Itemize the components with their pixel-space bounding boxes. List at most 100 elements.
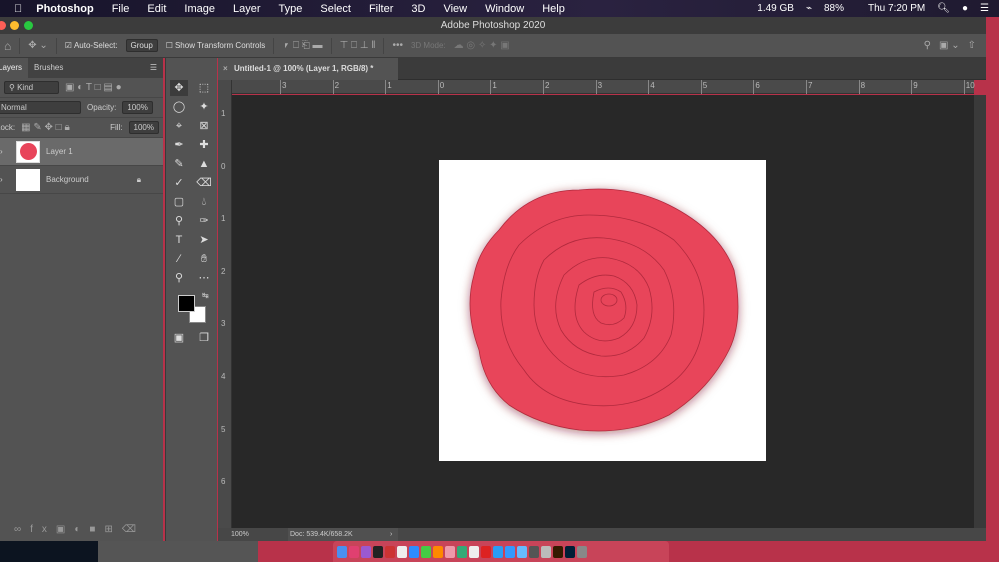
memory-status[interactable]: 1.49 GB (757, 3, 794, 14)
document-tab[interactable]: × Untitled-1 @ 100% (Layer 1, RGB/8) * (218, 58, 398, 80)
workspace-icon[interactable]: ▣ ⌄ (939, 40, 960, 51)
menu-image[interactable]: Image (184, 3, 215, 15)
menu-view[interactable]: View (443, 3, 467, 15)
menu-help[interactable]: Help (542, 3, 565, 15)
layer-row-layer-1[interactable]: › Layer 1 (0, 138, 163, 166)
lasso-tool-icon[interactable]: ◯ (170, 99, 188, 115)
opacity-field[interactable]: 100% (122, 101, 153, 114)
document-canvas[interactable] (439, 160, 766, 461)
new-layer-icon[interactable]: ⊞ (104, 524, 121, 535)
path-select-icon[interactable]: ➤ (195, 232, 213, 248)
dock-app-icon[interactable] (409, 545, 419, 558)
align-buttons-icon[interactable]: ⎖ ⎕ ⎗ ▬ (282, 40, 322, 51)
zoom-level[interactable]: 100% (231, 528, 249, 541)
line-tool-icon[interactable]: ∕ (170, 251, 188, 267)
menu-file[interactable]: File (112, 3, 130, 15)
wifi-icon[interactable]: ⌁ (806, 3, 812, 14)
pen-tool-icon[interactable]: ✑ (195, 213, 213, 229)
blend-mode-dropdown[interactable]: Normal (0, 101, 81, 114)
distribute-buttons-icon[interactable]: ⊤ ⎕ ⊥ ‖ (340, 40, 376, 51)
clock[interactable]: Thu 7:20 PM (868, 3, 925, 14)
dock-app-icon[interactable] (421, 545, 431, 558)
move-tool-icon[interactable]: ✥ ⌄ (28, 40, 48, 51)
crop-tool-icon[interactable]: ⌖ (170, 118, 188, 134)
zoom-window-button[interactable] (24, 21, 33, 30)
filter-icons[interactable]: ▣ ◐ T □ ▤ ● (65, 82, 122, 93)
group-dropdown[interactable]: Group (125, 39, 158, 52)
mask-icon[interactable]: ▣ (56, 524, 74, 535)
show-transform-checkbox[interactable]: ☐ (166, 41, 173, 50)
dock-app-icon[interactable] (445, 545, 455, 558)
brush-tool-icon[interactable]: ✎ (170, 156, 188, 172)
spotlight-icon[interactable]: 🔍︎ (937, 3, 950, 14)
healing-brush-icon[interactable]: ✚ (195, 137, 213, 153)
dock-app-icon[interactable] (457, 545, 467, 558)
siri-icon[interactable]: ● (962, 3, 968, 14)
more-options-icon[interactable]: ••• (392, 40, 403, 51)
gradient-tool-icon[interactable]: ▢ (170, 194, 188, 210)
trash-icon[interactable]: ⌫ (122, 524, 145, 535)
doc-info[interactable]: Doc: 539.4K/658.2K (288, 528, 398, 541)
type-tool-icon[interactable]: T (170, 232, 188, 248)
filter-kind-dropdown[interactable]: ⚲ Kind (4, 81, 59, 94)
eyedropper-icon[interactable]: ✒ (170, 137, 188, 153)
close-tab-icon[interactable]: × (223, 58, 228, 80)
screen-mode-icon[interactable]: ❐ (195, 330, 213, 346)
zoom-tool-icon[interactable]: ⚲ (170, 270, 188, 286)
auto-select-checkbox[interactable]: ☑ (65, 41, 72, 50)
close-window-button[interactable] (0, 21, 6, 30)
eraser-icon[interactable]: ⌫ (195, 175, 213, 191)
dock-app-icon[interactable] (577, 545, 587, 558)
more-tools-icon[interactable]: ⋯ (195, 270, 213, 286)
panel-menu-icon[interactable]: ☰ (144, 58, 163, 78)
minimize-window-button[interactable] (10, 21, 19, 30)
dock-app-icon[interactable] (517, 545, 527, 558)
layer-name[interactable]: Layer 1 (46, 147, 73, 156)
status-arrow-icon[interactable]: › (390, 528, 392, 541)
dock-app-icon[interactable] (373, 545, 383, 558)
vertical-scrollbar[interactable] (974, 95, 986, 528)
blur-tool-icon[interactable]: 💧︎ (195, 194, 213, 210)
marquee-tool-icon[interactable]: ⬚ (195, 80, 213, 96)
layer-row-background[interactable]: › Background 🔒︎ (0, 166, 163, 194)
menu-type[interactable]: Type (279, 3, 303, 15)
hand-tool-icon[interactable]: ✋︎ (195, 251, 213, 267)
menu-select[interactable]: Select (320, 3, 351, 15)
menu-window[interactable]: Window (485, 3, 524, 15)
folder-icon[interactable]: ■ (89, 524, 104, 535)
home-icon[interactable]: ⌂ (4, 39, 11, 53)
visibility-eye-icon[interactable]: › (0, 175, 10, 184)
3d-mode-icons[interactable]: ☁ ◎ ✧ ✦ ▣ (454, 40, 510, 51)
horizontal-ruler[interactable]: 3 2 1 0 1 2 3 4 5 6 7 8 9 10 (232, 80, 975, 94)
dock-app-icon[interactable] (397, 545, 407, 558)
notification-center-icon[interactable]: ☰ (980, 3, 989, 14)
dock-app-icon[interactable] (541, 545, 551, 558)
swap-colors-icon[interactable]: ↹ (202, 291, 209, 300)
dock-app-icon[interactable] (349, 545, 359, 558)
foreground-color-swatch[interactable] (178, 295, 195, 312)
link-icon[interactable]: ∞ (14, 524, 30, 535)
move-tool-icon[interactable]: ✥ (170, 80, 188, 96)
history-brush-icon[interactable]: ✓ (170, 175, 188, 191)
adjustment-icon[interactable]: ◐ (74, 524, 89, 535)
menu-layer[interactable]: Layer (233, 3, 261, 15)
vertical-ruler[interactable]: 1 0 1 2 3 4 5 6 (218, 80, 232, 528)
dock-app-icon[interactable] (553, 545, 563, 558)
tab-layers[interactable]: Layers (0, 58, 29, 78)
dock-app-icon[interactable] (469, 545, 479, 558)
stamp-tool-icon[interactable]: ▲ (195, 156, 213, 172)
dock-app-icon[interactable] (481, 545, 491, 558)
dock-app-icon[interactable] (505, 545, 515, 558)
dock-app-icon[interactable] (433, 545, 443, 558)
menu-edit[interactable]: Edit (147, 3, 166, 15)
visibility-eye-icon[interactable]: › (0, 147, 10, 156)
magic-wand-icon[interactable]: ✦ (195, 99, 213, 115)
menu-filter[interactable]: Filter (369, 3, 393, 15)
dock-app-icon[interactable] (361, 545, 371, 558)
dock-app-icon[interactable] (565, 545, 575, 558)
dock-app-icon[interactable] (385, 545, 395, 558)
fill-field[interactable]: 100% (128, 121, 159, 134)
fx-icon[interactable]: fx (30, 524, 56, 535)
menu-app[interactable]: Photoshop (36, 3, 93, 15)
frame-tool-icon[interactable]: ⊠ (195, 118, 213, 134)
